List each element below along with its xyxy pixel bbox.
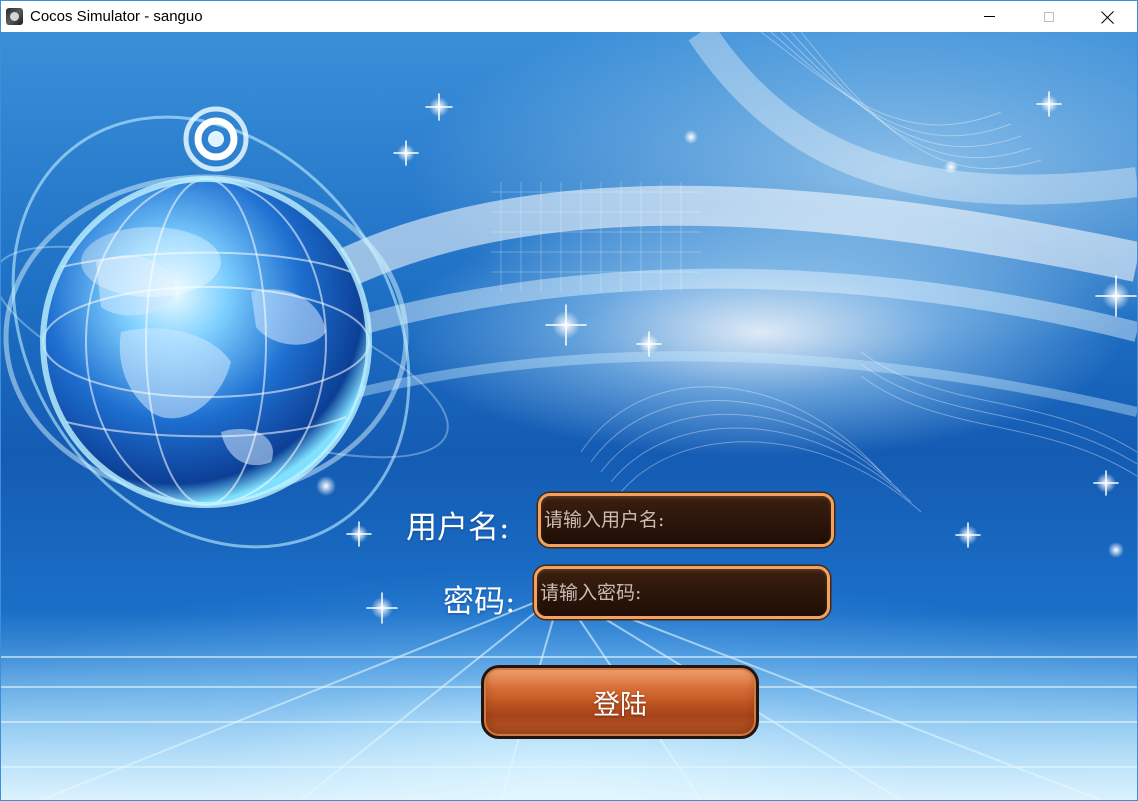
maximize-button[interactable] <box>1019 1 1078 32</box>
username-label: 用户名: <box>406 510 510 546</box>
cocos-app-icon <box>6 8 23 25</box>
maximize-icon <box>1043 11 1054 22</box>
password-label: 密码: <box>443 584 516 620</box>
window-title: Cocos Simulator - sanguo <box>30 8 203 25</box>
login-button[interactable]: 登陆 <box>481 665 759 739</box>
game-canvas: 用户名: 密码: 登陆 <box>1 32 1137 800</box>
close-icon <box>1101 10 1115 24</box>
minimize-button[interactable] <box>960 1 1019 32</box>
username-input[interactable] <box>541 496 831 544</box>
title-bar[interactable]: Cocos Simulator - sanguo <box>1 1 1137 32</box>
password-input[interactable] <box>537 569 827 616</box>
simulator-window: Cocos Simulator - sanguo 用户名: 请输入用户名: 密码… <box>0 0 1138 801</box>
window-controls <box>960 1 1137 32</box>
close-button[interactable] <box>1078 1 1137 32</box>
password-field-frame[interactable] <box>534 566 830 619</box>
minimize-icon <box>984 16 995 17</box>
username-field-frame[interactable] <box>538 493 834 547</box>
